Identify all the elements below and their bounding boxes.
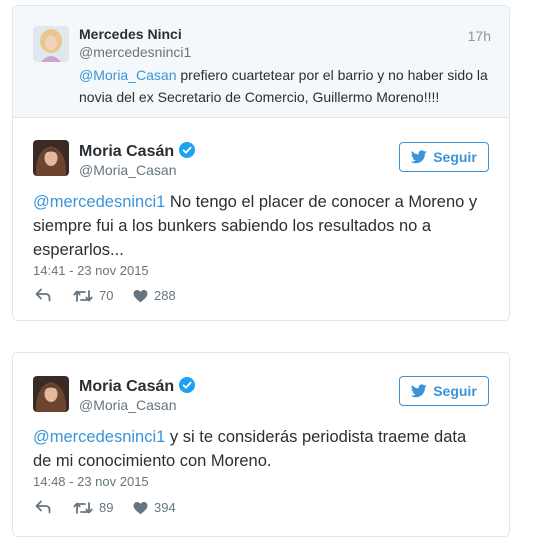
follow-button-label: Seguir <box>433 383 477 399</box>
author-handle[interactable]: @Moria_Casan <box>79 397 176 413</box>
author-handle[interactable]: @mercedesninci1 <box>79 44 191 60</box>
follow-button[interactable]: Seguir <box>399 142 489 172</box>
like-button[interactable]: 288 <box>133 288 176 303</box>
twitter-bird-icon <box>411 384 427 398</box>
tweet-text: @Moria_Casan prefiero cuartetear por el … <box>79 64 499 108</box>
mention-link[interactable]: @Moria_Casan <box>79 67 176 83</box>
tweet-card-1: Mercedes Ninci @mercedesninci1 17h @Mori… <box>12 5 510 321</box>
avatar[interactable] <box>33 140 69 176</box>
author-name-text: Moria Casán <box>79 143 175 160</box>
tweet-text: @mercedesninci1 y si te considerás perio… <box>33 425 488 473</box>
retweet-icon <box>73 289 93 302</box>
follow-button[interactable]: Seguir <box>399 376 489 406</box>
like-count: 288 <box>154 288 176 303</box>
author-handle[interactable]: @Moria_Casan <box>79 162 176 178</box>
tweet-timestamp[interactable]: 14:41 - 23 nov 2015 <box>33 263 149 278</box>
mention-link[interactable]: @mercedesninci1 <box>33 193 165 211</box>
tweet-timestamp[interactable]: 14:48 - 23 nov 2015 <box>33 474 149 489</box>
author-name[interactable]: Moria Casán <box>79 377 196 396</box>
retweet-count: 70 <box>99 288 114 303</box>
reply-button[interactable] <box>35 288 51 302</box>
tweet-text: @mercedesninci1 No tengo el placer de co… <box>33 190 488 262</box>
retweet-icon <box>73 501 93 514</box>
parent-tweet: Mercedes Ninci @mercedesninci1 17h @Mori… <box>13 6 509 118</box>
like-count: 394 <box>154 500 176 515</box>
reply-button[interactable] <box>35 500 51 514</box>
like-button[interactable]: 394 <box>133 500 176 515</box>
tweet-card-2: Moria Casán @Moria_Casan Seguir @mercede… <box>12 352 510 537</box>
avatar[interactable] <box>33 376 69 412</box>
retweet-count: 89 <box>99 500 114 515</box>
retweet-button[interactable]: 89 <box>73 500 113 515</box>
follow-button-label: Seguir <box>433 149 477 165</box>
avatar[interactable] <box>33 26 69 62</box>
reply-icon <box>35 500 51 514</box>
tweet-time[interactable]: 17h <box>468 28 491 44</box>
retweet-button[interactable]: 70 <box>73 288 113 303</box>
author-name[interactable]: Moria Casán <box>79 142 196 161</box>
heart-icon <box>133 289 148 302</box>
reply-icon <box>35 288 51 302</box>
verified-badge-icon <box>179 377 196 393</box>
author-name-text: Moria Casán <box>79 378 175 395</box>
author-name[interactable]: Mercedes Ninci <box>79 26 182 42</box>
mention-link[interactable]: @mercedesninci1 <box>33 428 165 446</box>
twitter-bird-icon <box>411 150 427 164</box>
verified-badge-icon <box>179 142 196 158</box>
heart-icon <box>133 501 148 514</box>
